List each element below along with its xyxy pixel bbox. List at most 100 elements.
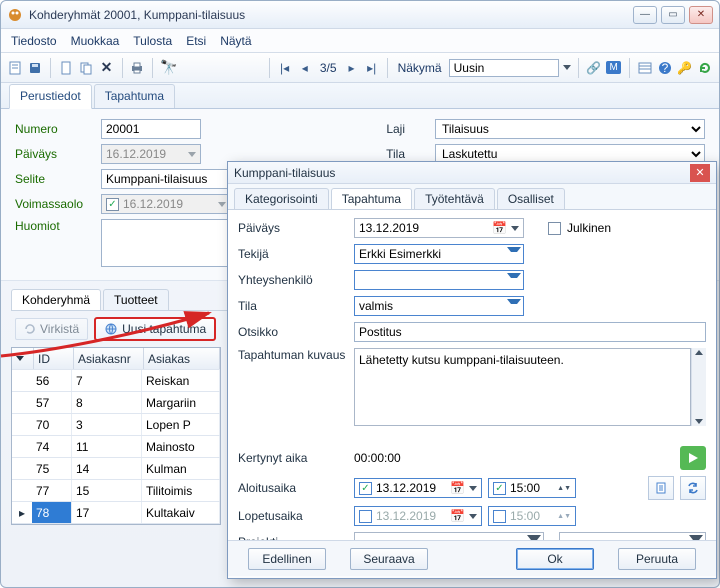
dfield-yhteys[interactable] <box>354 270 524 290</box>
grid-header: ID Asiakasnr Asiakas <box>12 348 220 370</box>
col-id[interactable]: ID <box>34 348 74 369</box>
col-marker[interactable] <box>12 348 34 369</box>
tab-perustiedot[interactable]: Perustiedot <box>9 84 92 109</box>
label-huomiot: Huomiot <box>15 219 95 233</box>
table-row[interactable]: 7514Kulman <box>12 458 220 480</box>
checkbox-julkinen[interactable] <box>548 222 561 235</box>
dfield-lopetus-date[interactable]: 13.12.2019 📅 <box>354 506 482 526</box>
dfield-otsikko[interactable] <box>354 322 706 342</box>
last-icon[interactable]: ▸| <box>364 58 380 78</box>
next-button[interactable]: Seuraava <box>350 548 428 570</box>
checkbox-lopetus-date[interactable] <box>359 510 372 523</box>
first-icon[interactable]: |◂ <box>277 58 293 78</box>
data-grid[interactable]: ID Asiakasnr Asiakas 567Reiskan 578Marga… <box>11 347 221 525</box>
subtab-kohderyhma[interactable]: Kohderyhmä <box>11 289 101 310</box>
checkbox-aloitus-date[interactable]: ✓ <box>359 482 372 495</box>
page-icon[interactable] <box>58 58 74 78</box>
label-numero: Numero <box>15 122 95 136</box>
next-icon[interactable]: ▸ <box>344 58 360 78</box>
col-asiakas[interactable]: Asiakas <box>144 348 220 369</box>
copy-icon[interactable] <box>78 58 94 78</box>
app-icon <box>7 7 23 23</box>
dialog-close-button[interactable]: ✕ <box>690 164 710 182</box>
prev-icon[interactable]: ◂ <box>297 58 313 78</box>
dlabel-tekija: Tekijä <box>238 247 348 261</box>
label-tila: Tila <box>355 147 405 161</box>
dfield-paivays[interactable]: 13.12.2019 📅 <box>354 218 524 238</box>
dfield-aloitus-date[interactable]: ✓ 13.12.2019 📅 <box>354 478 482 498</box>
checkbox-lopetus-time[interactable] <box>493 510 506 523</box>
table-row[interactable]: ▸7817Kultakaiv <box>12 502 220 524</box>
m-icon[interactable]: M <box>606 58 622 78</box>
new-event-button[interactable]: Uusi tapahtuma <box>94 317 216 341</box>
maximize-button[interactable]: ▭ <box>661 6 685 24</box>
dtab-tyotehtava[interactable]: Työtehtävä <box>414 188 495 209</box>
menu-view[interactable]: Näytä <box>220 34 251 48</box>
dfield-tila[interactable]: valmis <box>354 296 524 316</box>
event-dialog: Kumppani-tilaisuus ✕ Kategorisointi Tapa… <box>227 161 717 579</box>
dlabel-yhteys: Yhteyshenkilö <box>238 273 348 287</box>
select-laji[interactable]: Tilaisuus <box>435 119 705 139</box>
delete-icon[interactable]: ✕ <box>98 58 114 78</box>
dfield-projekti-sub[interactable] <box>559 532 706 540</box>
label-laji: Laji <box>355 122 405 136</box>
field-numero[interactable] <box>101 119 201 139</box>
dfield-projekti[interactable] <box>354 532 544 540</box>
cancel-button[interactable]: Peruuta <box>618 548 696 570</box>
refresh-icon[interactable] <box>697 58 713 78</box>
refresh-small-icon <box>24 323 36 335</box>
table-row[interactable]: 7411Mainosto <box>12 436 220 458</box>
dlabel-aloitus: Aloitusaika <box>238 481 348 495</box>
subtab-tuotteet[interactable]: Tuotteet <box>103 289 169 310</box>
dlabel-otsikko: Otsikko <box>238 325 348 339</box>
menu-search[interactable]: Etsi <box>186 34 206 48</box>
dialog-body: Päiväys 13.12.2019 📅 Julkinen Tekijä Erk… <box>228 210 716 540</box>
menu-print[interactable]: Tulosta <box>133 34 172 48</box>
save-icon[interactable] <box>27 58 43 78</box>
refresh-button[interactable]: Virkistä <box>15 318 88 340</box>
ok-button[interactable]: Ok <box>516 548 594 570</box>
menu-file[interactable]: Tiedosto <box>11 34 57 48</box>
dfield-lopetus-time[interactable]: 15:00 ▲▼ <box>488 506 576 526</box>
toolbar: ✕ 🔭 |◂ ◂ 3/5 ▸ ▸| Näkymä 🔗 M ? 🔑 <box>1 53 719 83</box>
table-row[interactable]: 7715Tilitoimis <box>12 480 220 502</box>
help-icon[interactable]: ? <box>657 58 673 78</box>
dlabel-julkinen: Julkinen <box>567 221 611 235</box>
dfield-kuvaus[interactable]: Lähetetty kutsu kumppani-tilaisuuteen. <box>354 348 691 426</box>
document-button[interactable] <box>648 476 674 500</box>
globe-icon <box>104 322 118 336</box>
minimize-button[interactable]: — <box>633 6 657 24</box>
field-selite[interactable] <box>101 169 231 189</box>
view-dropdown-icon[interactable] <box>563 65 571 70</box>
checkbox-aloitus-time[interactable]: ✓ <box>493 482 506 495</box>
main-window: Kohderyhmät 20001, Kumppani-tilaisuus — … <box>0 0 720 588</box>
view-select[interactable] <box>449 59 559 77</box>
tab-tapahtuma[interactable]: Tapahtuma <box>94 84 175 108</box>
key-icon[interactable]: 🔑 <box>677 58 693 78</box>
table-row[interactable]: 703Lopen P <box>12 414 220 436</box>
dfield-tekija[interactable]: Erkki Esimerkki <box>354 244 524 264</box>
label-paivays: Päiväys <box>15 147 95 161</box>
binoculars-icon[interactable]: 🔭 <box>160 58 177 78</box>
sync-button[interactable] <box>680 476 706 500</box>
col-asiakasnr[interactable]: Asiakasnr <box>74 348 144 369</box>
prev-button[interactable]: Edellinen <box>248 548 326 570</box>
list-icon[interactable] <box>637 58 653 78</box>
table-row[interactable]: 567Reiskan <box>12 370 220 392</box>
new-doc-icon[interactable] <box>7 58 23 78</box>
print-icon[interactable] <box>129 58 145 78</box>
link-icon[interactable]: 🔗 <box>585 58 601 78</box>
textarea-scrollbar[interactable] <box>691 348 706 426</box>
dlabel-kuvaus: Tapahtuman kuvaus <box>238 348 348 362</box>
table-row[interactable]: 578Margariin <box>12 392 220 414</box>
dtab-kategorisointi[interactable]: Kategorisointi <box>234 188 329 209</box>
close-button[interactable]: ✕ <box>689 6 713 24</box>
dvalue-kertynyt: 00:00:00 <box>354 451 401 465</box>
dfield-aloitus-time[interactable]: ✓ 15:00 ▲▼ <box>488 478 576 498</box>
dtab-tapahtuma[interactable]: Tapahtuma <box>331 188 412 209</box>
menu-edit[interactable]: Muokkaa <box>71 34 120 48</box>
dtab-osalliset[interactable]: Osalliset <box>497 188 565 209</box>
dlabel-kertynyt: Kertynyt aika <box>238 451 348 465</box>
play-button[interactable] <box>680 446 706 470</box>
field-huomiot[interactable] <box>101 219 231 267</box>
